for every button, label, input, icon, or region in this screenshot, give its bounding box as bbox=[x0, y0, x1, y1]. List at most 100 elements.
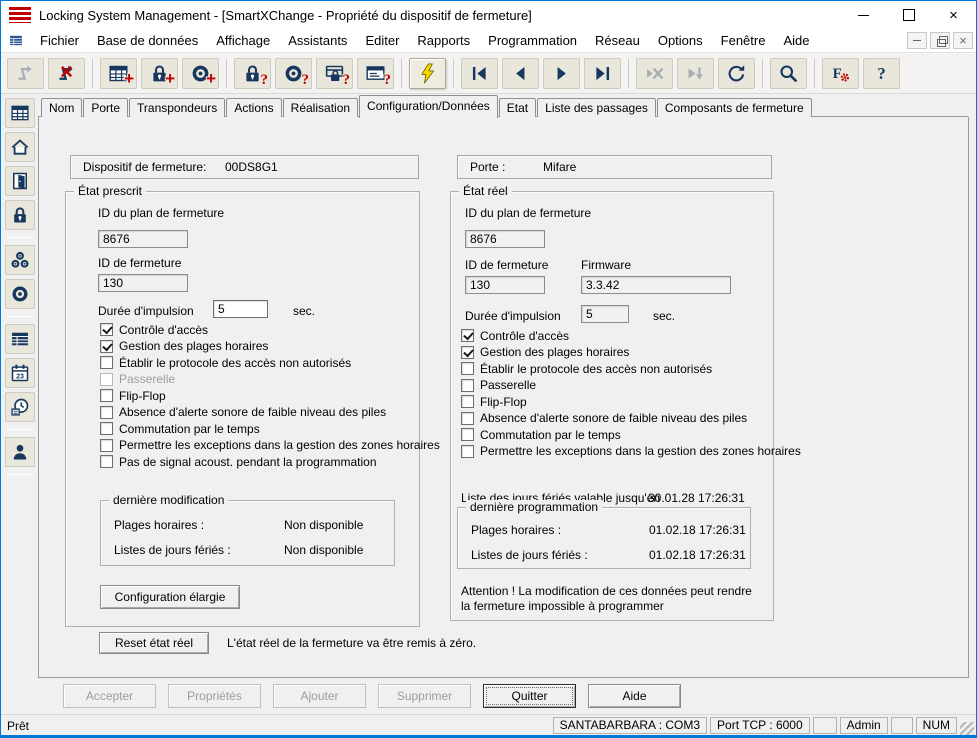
checkbox-passerelle[interactable]: Passerelle bbox=[100, 373, 440, 386]
first-record-button[interactable] bbox=[461, 58, 498, 89]
mdi-minimize-button[interactable] bbox=[907, 32, 927, 49]
checkbox-icon[interactable] bbox=[100, 373, 113, 386]
extended-configuration-button[interactable]: Configuration élargie bbox=[100, 585, 240, 609]
menu-rapports[interactable]: Rapports bbox=[408, 30, 479, 52]
checkbox-gestion-plages[interactable]: Gestion des plages horaires bbox=[461, 346, 801, 359]
actual-pulse-field[interactable]: 5 bbox=[581, 305, 629, 323]
read-network-button[interactable] bbox=[357, 58, 394, 89]
new-locking-plan-button[interactable] bbox=[100, 58, 137, 89]
read-transponder-button[interactable] bbox=[275, 58, 312, 89]
help-button[interactable] bbox=[863, 58, 900, 89]
read-card-lock-button[interactable] bbox=[316, 58, 353, 89]
checkbox-controle-acces[interactable]: Contrôle d'accès bbox=[461, 329, 801, 342]
holiday-calendar-button[interactable] bbox=[5, 358, 35, 388]
refresh-button[interactable] bbox=[718, 58, 755, 89]
checkbox-icon[interactable] bbox=[461, 395, 474, 408]
new-transponder-button[interactable] bbox=[182, 58, 219, 89]
building-button[interactable] bbox=[5, 132, 35, 162]
door-button[interactable] bbox=[5, 166, 35, 196]
accepter-button[interactable]: Accepter bbox=[63, 684, 156, 708]
supprimer-button[interactable]: Supprimer bbox=[378, 684, 471, 708]
transponder-button[interactable] bbox=[5, 279, 35, 309]
menu-fenetre[interactable]: Fenêtre bbox=[712, 30, 775, 52]
checkbox-icon[interactable] bbox=[461, 428, 474, 441]
read-lock-button[interactable] bbox=[234, 58, 271, 89]
menu-affichage[interactable]: Affichage bbox=[207, 30, 279, 52]
tab-transpondeurs[interactable]: Transpondeurs bbox=[129, 98, 225, 117]
checkbox-icon[interactable] bbox=[100, 455, 113, 468]
mdi-close-button[interactable]: × bbox=[953, 32, 973, 49]
menu-editer[interactable]: Editer bbox=[356, 30, 408, 52]
firmware-field[interactable]: 3.3.42 bbox=[581, 276, 731, 294]
minimize-button[interactable] bbox=[841, 1, 886, 29]
aide-button[interactable]: Aide bbox=[588, 684, 681, 708]
checkbox-icon[interactable] bbox=[461, 379, 474, 392]
checkbox-flip-flop[interactable]: Flip-Flop bbox=[100, 389, 440, 402]
tab-liste-des-passages[interactable]: Liste des passages bbox=[537, 98, 656, 117]
tab-actions[interactable]: Actions bbox=[226, 98, 281, 117]
menu-reseau[interactable]: Réseau bbox=[586, 30, 649, 52]
menu-base-de-donnees[interactable]: Base de données bbox=[88, 30, 207, 52]
menu-aide[interactable]: Aide bbox=[774, 30, 818, 52]
checkbox-icon[interactable] bbox=[461, 412, 474, 425]
resize-grip[interactable] bbox=[960, 722, 974, 736]
menu-assistants[interactable]: Assistants bbox=[279, 30, 356, 52]
checkbox-icon[interactable] bbox=[461, 346, 474, 359]
connect-button[interactable] bbox=[7, 58, 44, 89]
pulse-field[interactable]: 5 bbox=[213, 300, 268, 318]
maximize-button[interactable] bbox=[886, 1, 931, 29]
proprietes-button[interactable]: Propriétés bbox=[168, 684, 261, 708]
menu-fichier[interactable]: Fichier bbox=[31, 30, 88, 52]
filter-settings-button[interactable] bbox=[822, 58, 859, 89]
tab-nom[interactable]: Nom bbox=[41, 98, 82, 117]
locking-plan-matrix-button[interactable] bbox=[5, 98, 35, 128]
checkbox-protocole-acces[interactable]: Établir le protocole des accès non autor… bbox=[100, 356, 440, 369]
checkbox-absence-alerte[interactable]: Absence d'alerte sonore de faible niveau… bbox=[100, 406, 440, 419]
checkbox-absence-alerte[interactable]: Absence d'alerte sonore de faible niveau… bbox=[461, 412, 801, 425]
plan-id-field[interactable]: 8676 bbox=[98, 230, 188, 248]
time-zone-plan-button[interactable] bbox=[5, 324, 35, 354]
tab-etat[interactable]: Etat bbox=[499, 98, 536, 117]
tab-realisation[interactable]: Réalisation bbox=[283, 98, 358, 117]
checkbox-exceptions-zones[interactable]: Permettre les exceptions dans la gestion… bbox=[100, 439, 440, 452]
next-record-button[interactable] bbox=[543, 58, 580, 89]
tab-porte[interactable]: Porte bbox=[83, 98, 128, 117]
checkbox-icon[interactable] bbox=[100, 356, 113, 369]
checkbox-commutation-temps[interactable]: Commutation par le temps bbox=[461, 428, 801, 441]
last-record-button[interactable] bbox=[584, 58, 621, 89]
mdi-restore-button[interactable] bbox=[930, 32, 950, 49]
transponder-groups-button[interactable] bbox=[5, 245, 35, 275]
checkbox-icon[interactable] bbox=[100, 422, 113, 435]
user-button[interactable] bbox=[5, 437, 35, 467]
previous-record-button[interactable] bbox=[502, 58, 539, 89]
tab-composants-de-fermeture[interactable]: Composants de fermeture bbox=[657, 98, 812, 117]
reset-actual-state-button[interactable]: Reset état réel bbox=[99, 632, 209, 654]
checkbox-controle-acces[interactable]: Contrôle d'accès bbox=[100, 323, 440, 336]
menu-options[interactable]: Options bbox=[649, 30, 712, 52]
close-button[interactable]: × bbox=[931, 1, 976, 29]
checkbox-icon[interactable] bbox=[100, 340, 113, 353]
checkbox-icon[interactable] bbox=[100, 406, 113, 419]
lock-button[interactable] bbox=[5, 200, 35, 230]
disconnect-button[interactable] bbox=[48, 58, 85, 89]
search-button[interactable] bbox=[770, 58, 807, 89]
checkbox-flip-flop[interactable]: Flip-Flop bbox=[461, 395, 801, 408]
access-log-button[interactable] bbox=[5, 392, 35, 422]
skip-task-button[interactable] bbox=[677, 58, 714, 89]
tab-configuration-donnees[interactable]: Configuration/Données bbox=[359, 95, 498, 118]
checkbox-icon[interactable] bbox=[100, 389, 113, 402]
checkbox-icon[interactable] bbox=[100, 323, 113, 336]
menu-programmation[interactable]: Programmation bbox=[479, 30, 586, 52]
checkbox-gestion-plages[interactable]: Gestion des plages horaires bbox=[100, 340, 440, 353]
checkbox-icon[interactable] bbox=[461, 329, 474, 342]
lock-id-field[interactable]: 130 bbox=[98, 274, 188, 292]
ajouter-button[interactable]: Ajouter bbox=[273, 684, 366, 708]
checkbox-icon[interactable] bbox=[461, 445, 474, 458]
quitter-button[interactable]: Quitter bbox=[483, 684, 576, 708]
checkbox-icon[interactable] bbox=[461, 362, 474, 375]
checkbox-icon[interactable] bbox=[100, 439, 113, 452]
actual-plan-id-field[interactable]: 8676 bbox=[465, 230, 545, 248]
cancel-programming-button[interactable] bbox=[636, 58, 673, 89]
program-button[interactable] bbox=[409, 58, 446, 89]
checkbox-passerelle[interactable]: Passerelle bbox=[461, 379, 801, 392]
